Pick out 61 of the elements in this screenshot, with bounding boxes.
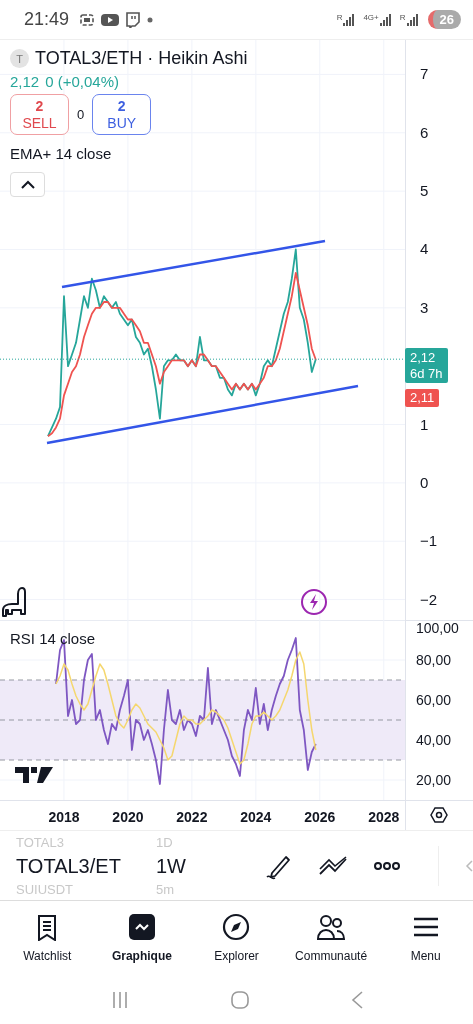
symbol-option[interactable]: TOTAL3/ET 1W (16, 849, 228, 882)
battery-indicator: 26 (427, 10, 461, 29)
compass-icon (222, 913, 251, 941)
dot-icon (147, 16, 154, 23)
axis-label: 2020 (112, 809, 144, 825)
signal-indicator: 4G+ (363, 13, 391, 26)
axis-label: 2018 (48, 809, 80, 825)
axis-label: 5 (420, 182, 429, 200)
trend-line[interactable] (46, 384, 359, 445)
axis-label: −1 (420, 532, 438, 550)
nav-tab[interactable]: Graphique (94, 901, 190, 975)
back-icon[interactable] (349, 989, 364, 1010)
axis-label: 2026 (304, 809, 336, 825)
home-icon[interactable] (229, 989, 250, 1010)
axis-label: 100,00 (416, 620, 459, 636)
status-time: 21:49 (24, 9, 70, 30)
lightning-icon[interactable] (300, 588, 328, 616)
axis-label: 60,00 (416, 692, 452, 708)
trend-line[interactable] (61, 239, 326, 289)
indicator-legend: EMA+ 14 close (10, 145, 112, 162)
sell-button[interactable]: 2 SELL (10, 94, 69, 135)
people-icon (317, 913, 346, 941)
axis-label: 3 (420, 298, 429, 316)
nav-tab[interactable]: Menu (378, 901, 473, 975)
signal-indicator: R (399, 13, 418, 26)
video-icon (101, 12, 120, 27)
price-change: 0 (+0,04%) (45, 73, 119, 90)
buy-button[interactable]: 2 BUY (92, 94, 152, 135)
axis-label: −2 (420, 590, 438, 608)
zigzag-icon[interactable] (318, 854, 348, 877)
axis-label: 7 (420, 65, 429, 83)
last-price-badge: 2,12 6d 7h (405, 348, 448, 384)
axis-label: 2022 (176, 809, 208, 825)
brand-logo[interactable] (15, 765, 53, 785)
axis-label: 0 (420, 473, 429, 491)
spread-value: 0 (77, 107, 85, 122)
dinosaur-icon[interactable] (0, 586, 26, 618)
collapse-button[interactable] (10, 172, 45, 197)
indicator-legend: RSI 14 close (10, 630, 96, 647)
axis-label: 80,00 (416, 652, 452, 668)
chart-icon (127, 913, 156, 941)
axis-label: 40,00 (416, 732, 452, 748)
nav-tab[interactable]: Communauté (283, 901, 379, 975)
nav-tab[interactable]: Watchlist (0, 901, 95, 975)
chevron-up-icon (20, 180, 35, 189)
nav-tab[interactable]: Explorer (189, 901, 284, 975)
settings-icon[interactable] (430, 807, 448, 823)
screenshot-icon (79, 11, 96, 28)
symbol-title: TOTAL3/ETH · Heikin Ashi (35, 48, 248, 69)
last-price: 2,12 (10, 73, 40, 90)
axis-label: 2028 (368, 809, 400, 825)
axis-label: 1 (420, 415, 429, 433)
signal-indicator: R (336, 13, 355, 26)
axis-label: 4 (420, 240, 429, 258)
more-icon[interactable] (374, 860, 400, 871)
axis-label: 6 (420, 123, 429, 141)
axis-label: 20,00 (416, 772, 452, 788)
chat-icon (125, 11, 142, 28)
ema-badge: 2,11 (405, 389, 440, 407)
symbol-logo: T (10, 49, 29, 68)
axis-label: 2024 (240, 809, 272, 825)
